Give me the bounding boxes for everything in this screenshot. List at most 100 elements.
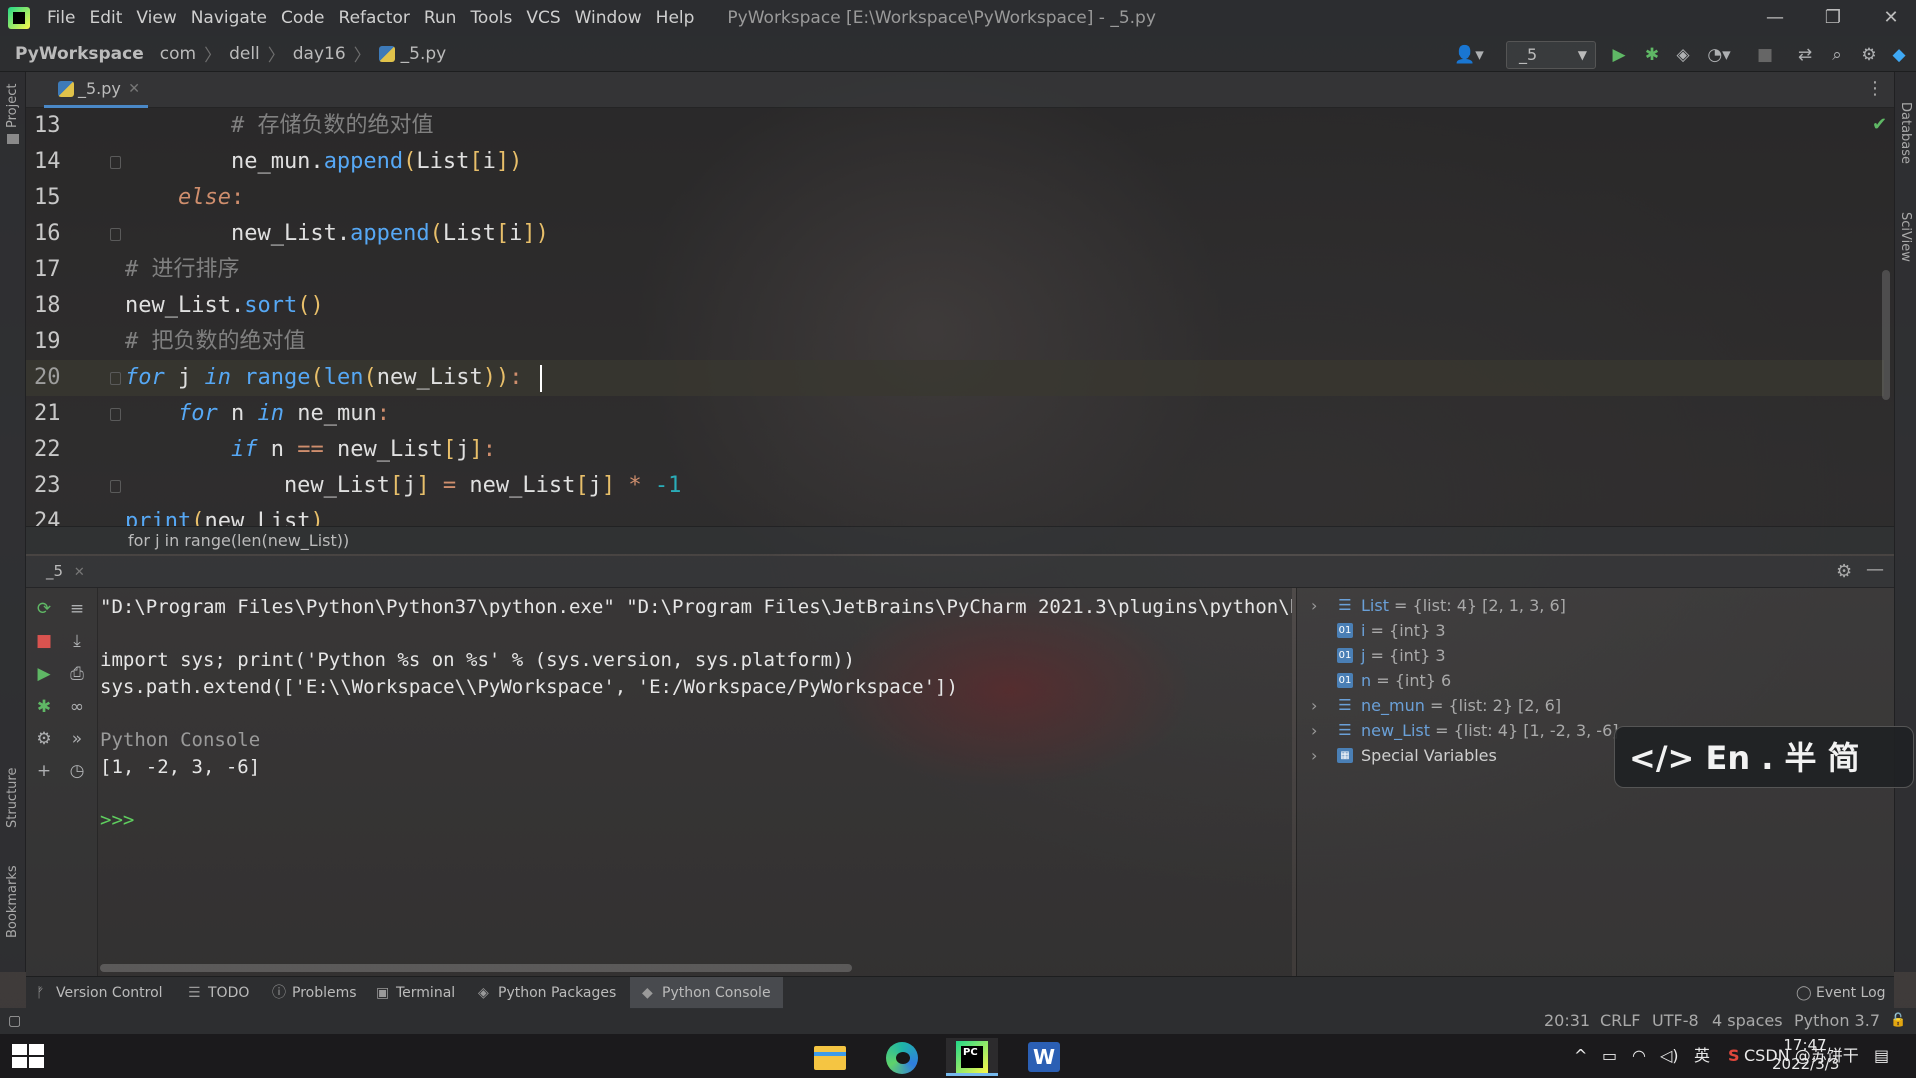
minimize-button[interactable]: — [1746,0,1804,36]
menu-window[interactable]: Window [568,8,649,28]
profile-icon[interactable]: ◔▾ [1704,44,1734,66]
editor-tab-file[interactable]: _5.py ✕ [44,72,148,108]
restore-button[interactable]: ❐ [1804,0,1862,36]
ime-language-indicator[interactable]: 英 [1694,1034,1710,1078]
close-tab-icon[interactable]: ✕ [128,72,140,106]
user-account-icon[interactable]: 👤▾ [1452,44,1486,66]
line-number[interactable]: 16 [34,216,84,252]
code-line[interactable]: 23 new_List[j] = new_List[j] * -1 [26,468,1884,504]
more-options-icon[interactable]: ⋮ [1866,78,1884,99]
search-icon[interactable]: ⌕ [1826,44,1848,66]
breadcrumb-project[interactable]: PyWorkspace [15,44,144,64]
menu-vcs[interactable]: VCS [519,8,567,28]
execute-icon[interactable]: ▶ [33,663,55,685]
code-text[interactable]: ne_mun.append(List[i]) [125,144,522,180]
breadcrumb-dell[interactable]: dell [229,44,260,64]
code-text[interactable]: for j in range(len(new_List)): [125,360,522,396]
show-variables-icon[interactable]: ∞ [66,696,88,718]
line-number[interactable]: 18 [34,288,84,324]
console-line[interactable]: sys.path.extend(['E:\\Workspace\\PyWorks… [100,672,958,702]
new-console-icon[interactable]: + [33,760,55,782]
tool-tab-python-packages[interactable]: ◈ Python Packages [478,977,616,1009]
code-line[interactable]: 18 new_List.sort() [26,288,1884,324]
expand-arrow-icon[interactable]: › [1311,593,1317,618]
notification-center-icon[interactable]: ▤ [1874,1034,1889,1078]
code-text[interactable]: # 存储负数的绝对值 [125,108,434,144]
tool-tab-terminal[interactable]: ▣ Terminal [376,977,455,1009]
pycharm-taskbar-icon[interactable]: PC [946,1038,998,1076]
event-log-button[interactable]: ◯ Event Log [1796,977,1886,1009]
line-number[interactable]: 23 [34,468,84,504]
toggle-tool-windows-icon[interactable]: ▢ [8,1008,21,1034]
code-line[interactable]: 19 # 把负数的绝对值 [26,324,1884,360]
console-line[interactable]: [1, -2, 3, -6] [100,752,260,782]
ime-toolbar[interactable]: </> En . 半 简 [1614,726,1914,788]
code-text[interactable]: for n in ne_mun: [125,396,390,432]
code-line[interactable]: 17 # 进行排序 [26,252,1884,288]
line-number[interactable]: 14 [34,144,84,180]
stop-icon[interactable]: ■ [1754,44,1776,66]
menu-tools[interactable]: Tools [463,8,519,28]
close-tab-icon[interactable]: ✕ [74,565,85,580]
word-icon[interactable]: W [1018,1038,1070,1076]
code-text[interactable]: # 把负数的绝对值 [125,324,306,360]
run-icon[interactable]: ▶ [1608,44,1630,66]
code-text[interactable]: if n == new_List[j]: [125,432,496,468]
editor-scrollbar[interactable] [1882,270,1890,400]
more-actions-icon[interactable]: » [66,728,88,750]
run-configuration-select[interactable]: _5 ▼ [1506,41,1596,69]
console-line[interactable]: Python Console [100,725,260,755]
file-encoding[interactable]: UTF-8 [1652,1008,1699,1034]
expand-arrow-icon[interactable]: › [1311,693,1317,718]
file-explorer-icon[interactable] [804,1038,856,1076]
wifi-icon[interactable]: ◠ [1632,1034,1646,1078]
console-settings-gear-icon[interactable]: ⚙ [1836,561,1852,582]
project-tool-button[interactable]: Project [5,84,20,128]
sciview-tool-button[interactable]: SciView [1898,212,1913,262]
stop-icon[interactable]: ■ [33,630,55,652]
volume-icon[interactable]: ◁) [1660,1034,1679,1078]
settings-gear-icon[interactable]: ⚙ [1858,44,1880,66]
menu-run[interactable]: Run [417,8,464,28]
system-clock[interactable]: 17:47 2022/3/3 [1772,1036,1839,1074]
line-number[interactable]: 20 [34,360,84,396]
fold-marker-icon[interactable] [110,408,121,421]
code-editor[interactable]: 13 # 存储负数的绝对值 14 ne_mun.append(List[i]) 15… [26,108,1894,526]
tray-overflow-icon[interactable]: ^ [1574,1034,1587,1078]
console-output[interactable]: "D:\Program Files\Python\Python37\python… [98,588,1292,976]
console-horizontal-scrollbar[interactable] [100,964,852,972]
expand-arrow-icon[interactable]: › [1311,718,1317,743]
code-line[interactable]: 21 for n in ne_mun: [26,396,1884,432]
console-line[interactable]: "D:\Program Files\Python\Python37\python… [100,592,1292,622]
console-line[interactable]: import sys; print('Python %s on %s' % (s… [100,645,855,675]
scroll-to-end-icon[interactable]: ⤓ [66,630,88,652]
menu-help[interactable]: Help [649,8,702,28]
code-line[interactable]: 14 ne_mun.append(List[i]) [26,144,1884,180]
debug-icon[interactable]: ✱ [33,696,55,718]
fold-marker-icon[interactable] [110,372,121,385]
menu-code[interactable]: Code [274,8,332,28]
coverage-icon[interactable]: ◈ [1672,44,1694,66]
plugin-logo-icon[interactable]: ◆ [1888,44,1910,66]
caret-position[interactable]: 20:31 [1544,1008,1590,1034]
code-line[interactable]: 13 # 存储负数的绝对值 [26,108,1884,144]
tool-tab-version-control[interactable]: ᚠ Version Control [36,977,163,1009]
database-tool-button[interactable]: Database [1898,102,1913,164]
code-line[interactable]: 16 new_List.append(List[i]) [26,216,1884,252]
code-text[interactable]: print(new_List) [125,504,324,526]
rerun-icon[interactable]: ⟳ [33,598,55,620]
debug-icon[interactable]: ✱ [1641,44,1663,66]
close-window-button[interactable]: ✕ [1862,0,1916,36]
breadcrumb-com[interactable]: com [160,44,196,64]
expand-arrow-icon[interactable]: › [1311,743,1317,768]
code-text[interactable]: new_List[j] = new_List[j] * -1 [125,468,681,504]
fold-marker-icon[interactable] [110,228,121,241]
code-text[interactable]: else: [125,180,244,216]
line-number[interactable]: 24 [34,504,84,526]
translate-icon[interactable]: ⇄ [1794,44,1816,66]
code-text[interactable]: new_List.append(List[i]) [125,216,549,252]
code-line[interactable]: 20 for j in range(len(new_List)): [26,360,1884,396]
battery-icon[interactable]: ▭ [1602,1034,1617,1078]
indent-setting[interactable]: 4 spaces [1712,1008,1783,1034]
code-text[interactable]: new_List.sort() [125,288,324,324]
